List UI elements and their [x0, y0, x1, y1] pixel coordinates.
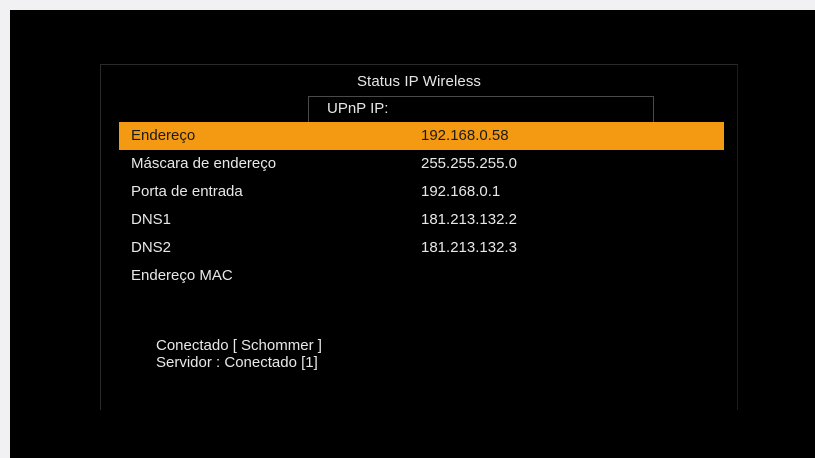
row-endereco-mac[interactable]: Endereço MAC — [119, 262, 724, 290]
row-value: 192.168.0.1 — [421, 183, 501, 200]
row-value: 192.168.0.58 — [421, 127, 509, 144]
row-value: 255.255.255.0 — [421, 155, 517, 172]
connection-status: Conectado [ Schommer ] — [156, 337, 322, 354]
row-value: 181.213.132.2 — [421, 211, 517, 228]
tv-screen: Status IP Wireless UPnP IP: Endereço 192… — [10, 10, 815, 458]
row-label: Porta de entrada — [131, 183, 243, 200]
row-label: DNS1 — [131, 211, 172, 228]
row-label: Endereço MAC — [131, 267, 233, 284]
row-label: Endereço — [131, 127, 196, 144]
row-dns2[interactable]: DNS2 181.213.132.3 — [119, 234, 724, 262]
row-endereco[interactable]: Endereço 192.168.0.58 — [119, 122, 724, 150]
row-dns1[interactable]: DNS1 181.213.132.2 — [119, 206, 724, 234]
row-mascara[interactable]: Máscara de endereço 255.255.255.0 — [119, 150, 724, 178]
upnp-ip-label: UPnP IP: — [327, 100, 389, 117]
server-status: Servidor : Conectado [1] — [156, 354, 318, 371]
row-porta-de-entrada[interactable]: Porta de entrada 192.168.0.1 — [119, 178, 724, 206]
row-label: Máscara de endereço — [131, 155, 277, 172]
row-label: DNS2 — [131, 239, 172, 256]
panel-title: Status IP Wireless — [356, 73, 482, 90]
row-value: 181.213.132.3 — [421, 239, 517, 256]
